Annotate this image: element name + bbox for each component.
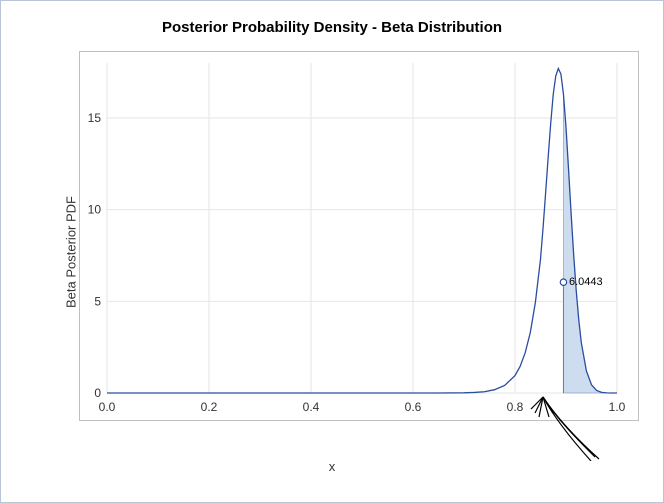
plot-area: 0.0 0.2 0.4 0.6 0.8 1.0 0 5 10 15 6.0443 (79, 51, 639, 421)
y-tick-2: 10 (88, 203, 102, 217)
chart-frame: Posterior Probability Density - Beta Dis… (0, 0, 664, 503)
y-tick-1: 5 (94, 294, 101, 308)
y-tick-3: 15 (88, 111, 102, 125)
pdf-curve (107, 69, 617, 394)
gridlines (107, 63, 617, 393)
annotation-label: 6.0443 (569, 276, 603, 288)
shaded-tail-region (563, 94, 617, 393)
x-tick-3: 0.6 (405, 400, 422, 414)
annotation-marker (560, 279, 566, 285)
y-axis-label: Beta Posterior PDF (64, 196, 79, 308)
x-tick-1: 0.2 (201, 400, 218, 414)
plot-svg: 0.0 0.2 0.4 0.6 0.8 1.0 0 5 10 15 6.0443 (79, 51, 639, 421)
x-tick-0: 0.0 (99, 400, 116, 414)
x-tick-5: 1.0 (609, 400, 626, 414)
y-tick-labels: 0 5 10 15 (88, 111, 102, 400)
hand-arrow-icon (499, 391, 609, 461)
x-tick-2: 0.4 (303, 400, 320, 414)
y-tick-0: 0 (94, 386, 101, 400)
chart-title: Posterior Probability Density - Beta Dis… (1, 19, 663, 36)
x-axis-label: x (1, 459, 663, 474)
